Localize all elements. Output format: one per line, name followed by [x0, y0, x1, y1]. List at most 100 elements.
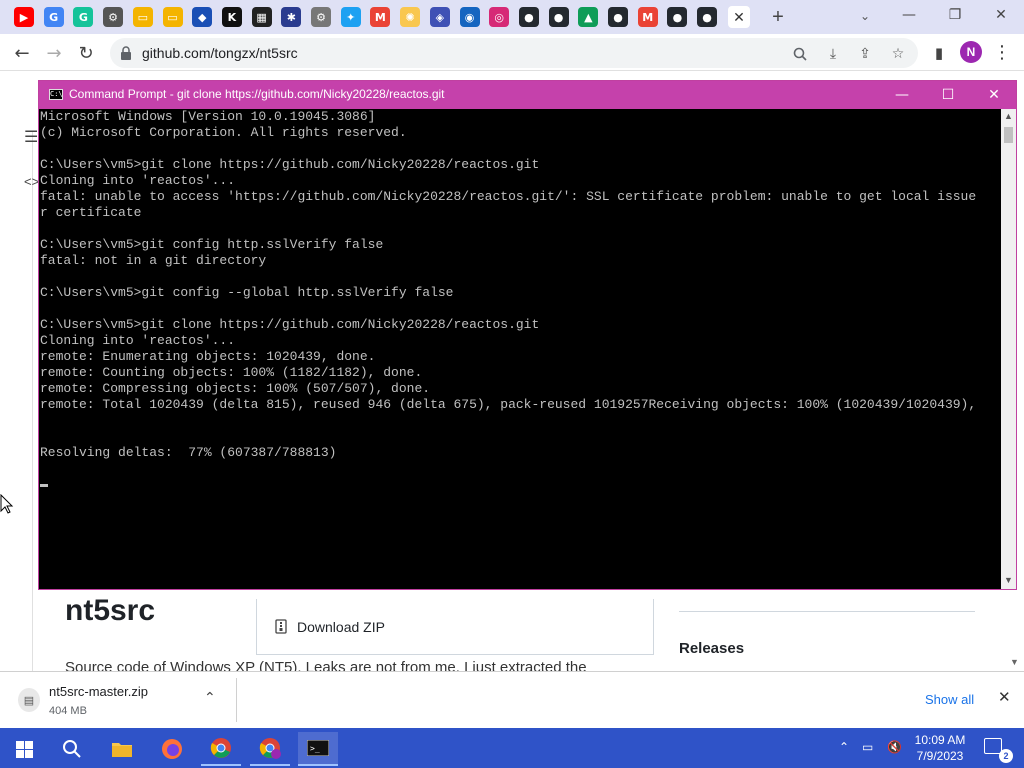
github-icon[interactable]: ● — [548, 7, 569, 27]
console-line: Microsoft Windows [Version 10.0.19045.30… — [40, 109, 376, 124]
repo-title: nt5src — [65, 594, 156, 627]
network-icon[interactable]: ▭ — [862, 740, 873, 754]
cmd-console-output[interactable]: Microsoft Windows [Version 10.0.19045.30… — [39, 109, 1001, 589]
cmd-maximize-button[interactable]: ☐ — [925, 81, 971, 109]
app-icon[interactable]: ✱ — [281, 7, 302, 27]
show-hidden-icons-chevron-icon[interactable]: ⌃ — [839, 740, 849, 754]
settings-icon[interactable]: ⚙ — [311, 7, 331, 27]
instagram-icon[interactable]: ◎ — [489, 7, 510, 27]
github-icon[interactable]: ● — [518, 7, 539, 27]
folder-icon[interactable]: ▭ — [162, 7, 183, 27]
download-zip-label: Download ZIP — [297, 619, 385, 635]
gear-icon[interactable]: ⚙ — [103, 7, 124, 27]
command-prompt-taskbar-icon[interactable]: >_ — [298, 732, 338, 766]
side-panel-icon[interactable]: ▮ — [926, 40, 952, 66]
forward-button[interactable]: → — [41, 40, 67, 66]
cmd-scroll-thumb[interactable] — [1004, 127, 1013, 143]
close-window-button[interactable]: ✕ — [978, 0, 1024, 30]
bookmark-star-icon[interactable]: ☆ — [888, 44, 908, 64]
zip-file-icon — [275, 619, 287, 637]
download-size: 404 MB — [49, 705, 87, 717]
file-explorer-icon[interactable] — [102, 732, 142, 766]
console-line: r certificate — [40, 205, 142, 220]
kim-icon[interactable]: K — [221, 7, 242, 27]
chrome-profile-icon[interactable] — [250, 732, 290, 766]
search-icon[interactable] — [790, 44, 810, 64]
browser-menu-icon[interactable]: ⋮ — [992, 40, 1012, 64]
download-filename[interactable]: nt5src-master.zip — [49, 684, 148, 699]
sidebar-divider — [679, 611, 975, 612]
console-line: fatal: not in a git directory — [40, 253, 267, 268]
svg-text:>_: >_ — [310, 744, 320, 753]
console-line: C:\Users\vm5>git config http.sslVerify f… — [40, 237, 384, 252]
volume-muted-icon[interactable]: 🔇 — [887, 740, 902, 754]
url-text[interactable]: github.com/tongzx/nt5src — [142, 45, 298, 61]
releases-heading[interactable]: Releases — [679, 640, 744, 657]
console-line: C:\Users\vm5>git config --global http.ss… — [40, 285, 454, 300]
console-cursor — [40, 484, 48, 487]
console-line: C:\Users\vm5>git clone https://github.co… — [40, 157, 540, 172]
console-line: fatal: unable to access 'https://github.… — [40, 189, 977, 204]
app-icon[interactable]: ◈ — [429, 7, 450, 27]
chrome-icon[interactable] — [201, 732, 241, 766]
app-icon[interactable]: ◆ — [192, 7, 213, 27]
console-line: (c) Microsoft Corporation. All rights re… — [40, 125, 407, 140]
close-download-bar-icon[interactable]: ✕ — [998, 688, 1011, 706]
google-icon[interactable]: G — [43, 7, 64, 27]
windows-taskbar: >_ ⌃ ▭ 🔇 10:09 AM 7/9/2023 2 — [0, 728, 1024, 768]
sonic-icon[interactable]: ◉ — [459, 7, 480, 27]
youtube-icon[interactable]: ▶ — [14, 7, 34, 27]
share-icon[interactable]: ⇪ — [855, 44, 875, 64]
bulb-icon[interactable]: ✺ — [400, 7, 421, 27]
lock-icon[interactable] — [120, 46, 132, 60]
drive-icon[interactable]: ▲ — [578, 7, 599, 27]
console-line: remote: Total 1020439 (delta 815), reuse… — [40, 397, 977, 412]
console-line: remote: Compressing objects: 100% (507/5… — [40, 381, 431, 396]
gmail-icon[interactable]: M — [370, 7, 391, 27]
back-button[interactable]: ← — [9, 40, 35, 66]
github-icon[interactable]: ● — [697, 7, 718, 27]
firefox-icon[interactable] — [152, 732, 192, 766]
clock[interactable]: 10:09 AM 7/9/2023 — [910, 732, 970, 764]
tab-strip: ▶ G G ⚙ ▭ ▭ ◆ K ▦ ✱ ⚙ ✦ M ✺ ◈ ◉ ◎ ● ● ▲ ● M ● ● ✕ + ⌄ — ❐ ✕ — [0, 0, 1024, 34]
code-icon[interactable]: <> — [24, 174, 39, 189]
minimize-window-button[interactable]: — — [886, 0, 932, 30]
scroll-up-icon[interactable]: ▲ — [1004, 111, 1013, 121]
cmd-scrollbar[interactable]: ▲ ▼ — [1001, 109, 1016, 589]
search-icon[interactable] — [52, 732, 92, 766]
close-tab-icon[interactable]: ✕ — [728, 6, 750, 28]
console-line: Cloning into 'reactos'... — [40, 333, 236, 348]
github-icon[interactable]: ● — [608, 7, 628, 27]
restore-window-button[interactable]: ❐ — [932, 0, 978, 30]
mouse-pointer-icon — [0, 494, 14, 514]
tab-search-icon[interactable]: ⌄ — [855, 6, 875, 26]
address-bar[interactable]: github.com/tongzx/nt5src ⤓ ⇪ ☆ — [110, 38, 918, 68]
profile-avatar[interactable]: N — [960, 41, 982, 63]
cmd-minimize-button[interactable]: — — [879, 81, 925, 109]
qr-icon[interactable]: ▦ — [251, 7, 272, 27]
gmail-icon[interactable]: M — [637, 7, 658, 27]
notification-count-badge: 2 — [999, 749, 1013, 763]
show-all-downloads-link[interactable]: Show all — [925, 692, 974, 707]
folder-icon[interactable]: ▭ — [132, 7, 153, 27]
windows-start-icon[interactable] — [4, 732, 44, 766]
cmd-close-button[interactable]: ✕ — [971, 81, 1017, 109]
grammarly-icon[interactable]: G — [73, 7, 94, 27]
zip-file-icon[interactable]: ▤ — [18, 688, 40, 712]
new-tab-button[interactable]: + — [766, 5, 790, 29]
page-scroll-down-icon[interactable]: ▼ — [1010, 657, 1019, 667]
twitter-icon[interactable]: ✦ — [340, 7, 361, 27]
scroll-down-icon[interactable]: ▼ — [1004, 575, 1013, 585]
hamburger-menu-icon[interactable]: ☰ — [24, 127, 38, 147]
install-app-icon[interactable]: ⤓ — [823, 44, 843, 64]
download-zip-menu-item[interactable]: Download ZIP — [256, 599, 654, 655]
cmd-titlebar[interactable]: C:\ Command Prompt - git clone https://g… — [39, 81, 1016, 109]
reload-button[interactable]: ↻ — [73, 40, 99, 66]
github-icon[interactable]: ● — [667, 7, 688, 27]
command-prompt-window[interactable]: C:\ Command Prompt - git clone https://g… — [38, 80, 1017, 590]
chevron-up-icon[interactable]: ⌃ — [204, 690, 216, 706]
